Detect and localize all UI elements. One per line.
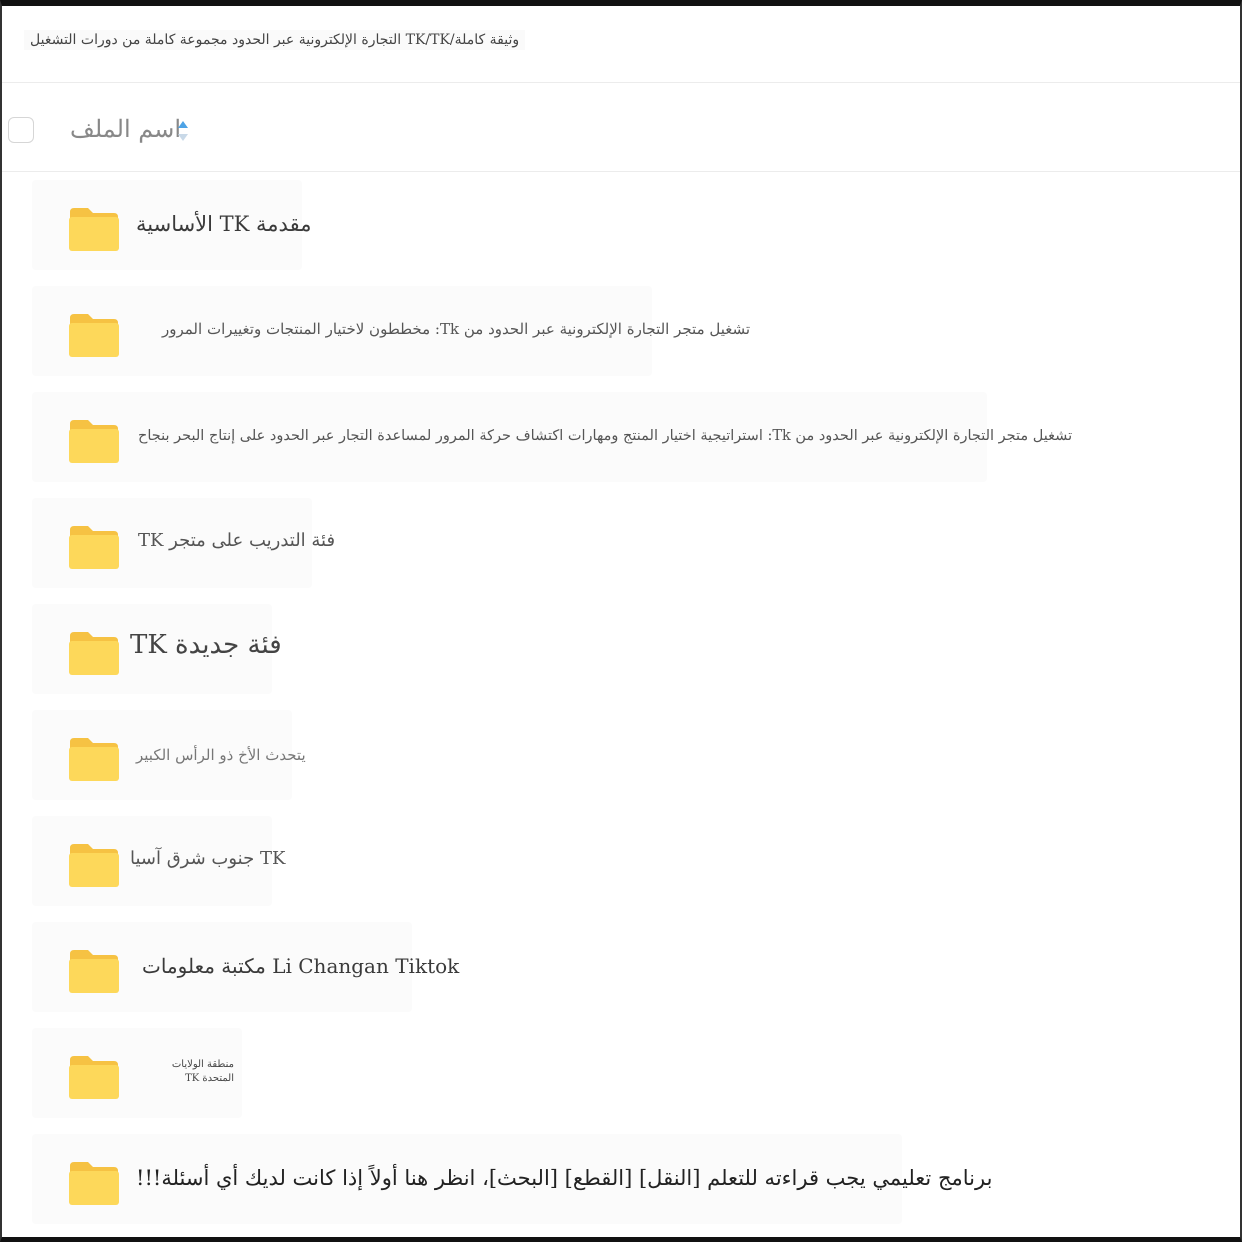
folder-icon xyxy=(69,632,119,675)
folder-icon xyxy=(69,1162,119,1205)
file-name[interactable]: TK جنوب شرق آسيا xyxy=(130,848,285,869)
list-item[interactable]: Li Changan Tiktok مكتبة معلومات xyxy=(2,914,1240,1020)
list-header: اسم الملف xyxy=(2,83,1240,172)
file-name[interactable]: يتحدث الأخ ذو الرأس الكبير xyxy=(136,746,306,764)
list-item[interactable]: تشغيل متجر التجارة الإلكترونية عبر الحدو… xyxy=(2,278,1240,384)
folder-icon xyxy=(69,208,119,251)
column-header-filename[interactable]: اسم الملف xyxy=(70,115,181,143)
folder-icon xyxy=(69,844,119,887)
file-name[interactable]: تشغيل متجر التجارة الإلكترونية عبر الحدو… xyxy=(138,428,1072,444)
list-item[interactable]: مقدمة TK الأساسية xyxy=(2,172,1240,278)
list-item[interactable]: فئة التدريب على متجر TK xyxy=(2,490,1240,596)
file-name[interactable]: فئة جديدة TK xyxy=(130,630,282,660)
folder-icon xyxy=(69,1056,119,1099)
list-item[interactable]: برنامج تعليمي يجب قراءته للتعلم [النقل] … xyxy=(2,1126,1240,1232)
folder-icon xyxy=(69,314,119,357)
folder-icon xyxy=(69,738,119,781)
breadcrumb-bar: وثيقة كاملة/TK/TK التجارة الإلكترونية عب… xyxy=(2,6,1240,83)
select-all-checkbox[interactable] xyxy=(8,117,34,143)
list-item[interactable]: تشغيل متجر التجارة الإلكترونية عبر الحدو… xyxy=(2,384,1240,490)
file-name[interactable]: برنامج تعليمي يجب قراءته للتعلم [النقل] … xyxy=(136,1166,992,1190)
file-name[interactable]: مقدمة TK الأساسية xyxy=(136,212,311,236)
file-browser-window: وثيقة كاملة/TK/TK التجارة الإلكترونية عب… xyxy=(0,0,1242,1242)
folder-icon xyxy=(69,526,119,569)
sort-icon[interactable] xyxy=(174,117,192,145)
list-item[interactable]: TK جنوب شرق آسيا xyxy=(2,808,1240,914)
file-name[interactable]: منطقة الولايات المتحدة TK xyxy=(144,1058,234,1086)
breadcrumb[interactable]: وثيقة كاملة/TK/TK التجارة الإلكترونية عب… xyxy=(24,30,526,50)
file-name[interactable]: Li Changan Tiktok مكتبة معلومات xyxy=(142,954,459,978)
list-item[interactable]: منطقة الولايات المتحدة TK xyxy=(2,1020,1240,1126)
list-item[interactable]: فئة جديدة TK xyxy=(2,596,1240,702)
file-name[interactable]: فئة التدريب على متجر TK xyxy=(138,530,335,551)
folder-icon xyxy=(69,950,119,993)
file-name[interactable]: تشغيل متجر التجارة الإلكترونية عبر الحدو… xyxy=(162,320,750,338)
list-item[interactable]: يتحدث الأخ ذو الرأس الكبير xyxy=(2,702,1240,808)
folder-icon xyxy=(69,420,119,463)
